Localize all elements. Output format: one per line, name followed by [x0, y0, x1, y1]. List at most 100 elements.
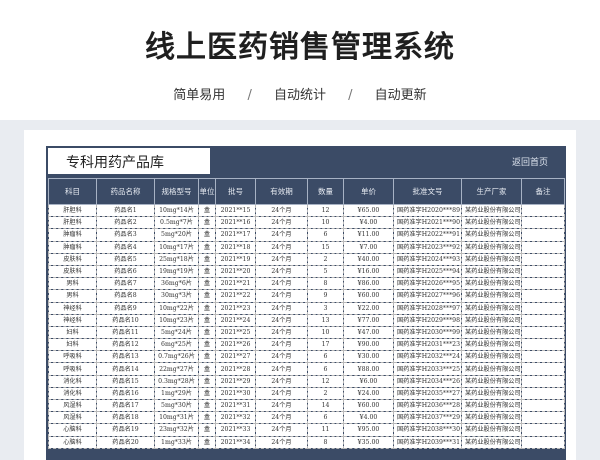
cell-manufacturer: 某药业股份有限公司 — [461, 423, 522, 437]
cell-approval-no: 国药准字H2033***25 — [393, 362, 462, 376]
cell-spec: 0.7mg*26片 — [154, 350, 199, 364]
cell-remark — [521, 350, 565, 364]
cell-batch: 2021**15 — [215, 203, 256, 218]
cell-approval-no: 国药准字H2037***29 — [393, 411, 462, 425]
cell-approval-no: 国药准字H2035***27 — [393, 386, 462, 401]
column-header-subject: 科目 — [48, 178, 97, 205]
cell-price: ¥4.00 — [343, 216, 394, 230]
cell-manufacturer: 某药业股份有限公司 — [461, 411, 522, 425]
cell-remark — [521, 228, 565, 242]
cell-remark — [521, 252, 565, 266]
cell-unit: 盒 — [198, 264, 216, 279]
cell-manufacturer: 某药业股份有限公司 — [461, 338, 522, 352]
cell-spec: 10mg*14片 — [154, 203, 199, 218]
cell-approval-no: 国药准字H2036***28 — [393, 398, 462, 413]
cell-drug-name: 药品名7 — [96, 277, 155, 291]
cell-drug-name: 药品名15 — [96, 374, 155, 388]
cell-price: ¥30.00 — [343, 350, 394, 364]
cell-manufacturer: 某药业股份有限公司 — [461, 277, 522, 291]
hero-banner: 线上医药销售管理系统 简单易用 / 自动统计 / 自动更新 — [0, 0, 600, 120]
cell-quantity: 8 — [307, 277, 344, 291]
cell-quantity: 6 — [307, 411, 344, 425]
table-row: 心脑科 药品名19 23mg*32片盒 2021**33 24个月 11 ¥95.00 国药准… — [48, 423, 565, 437]
cell-quantity: 6 — [307, 362, 344, 376]
column-header-price: 单价 — [343, 178, 394, 205]
cell-remark — [521, 277, 565, 291]
cell-batch: 2021**27 — [215, 350, 256, 364]
cell-subject: 神经科 — [48, 313, 97, 327]
feature-item: 简单易用 — [173, 88, 226, 103]
cell-manufacturer: 某药业股份有限公司 — [461, 252, 522, 266]
column-header-manufacturer: 生产厂家 — [461, 178, 522, 205]
sheet-title: 专科用药产品库 — [66, 155, 164, 171]
cell-quantity: 12 — [307, 374, 344, 388]
cell-subject: 心脑科 — [48, 435, 97, 449]
cell-drug-name: 药品名8 — [96, 289, 155, 303]
cell-remark — [521, 264, 565, 279]
cell-unit: 盒 — [198, 362, 216, 376]
cell-subject: 妇科 — [48, 338, 97, 352]
cell-approval-no: 国药准字H2034***26 — [393, 374, 462, 388]
cell-subject: 呼吸科 — [48, 350, 97, 364]
cell-drug-name: 药品名17 — [96, 398, 155, 413]
cell-validity: 24个月 — [255, 264, 308, 279]
cell-price: ¥35.00 — [343, 435, 394, 449]
cell-quantity: 10 — [307, 325, 344, 340]
cell-approval-no: 国药准字H2029***98 — [393, 313, 462, 327]
cell-unit: 盒 — [198, 313, 216, 327]
sheet-title-box: 专科用药产品库 — [48, 148, 210, 174]
cell-spec: 30mg*3片 — [154, 289, 199, 303]
cell-quantity: 6 — [307, 350, 344, 364]
cell-quantity: 13 — [307, 313, 344, 327]
cell-price: ¥60.00 — [343, 398, 394, 413]
table-row: 风湿科 药品名18 10mg*31片盒 2021**32 24个月 6 ¥4.00 国药准字H… — [48, 411, 565, 425]
cell-validity: 24个月 — [255, 338, 308, 352]
cell-unit: 盒 — [198, 301, 216, 315]
back-home-link[interactable]: 返回首页 — [512, 155, 548, 168]
feature-item: 自动统计 — [273, 88, 326, 103]
cell-validity: 24个月 — [255, 423, 308, 437]
table-row: 消化科 药品名15 0.3mg*28片盒 2021**29 24个月 12 ¥6.00 国药准… — [48, 374, 565, 388]
cell-subject: 消化科 — [48, 374, 97, 388]
column-header-remark: 备注 — [521, 178, 565, 205]
cell-approval-no: 国药准字H2039***31 — [393, 435, 462, 449]
cell-remark — [521, 289, 565, 303]
cell-manufacturer: 某药业股份有限公司 — [461, 228, 522, 242]
cell-unit: 盒 — [198, 398, 216, 413]
feature-separator: / — [348, 88, 353, 103]
cell-price: ¥77.00 — [343, 313, 394, 327]
cell-unit: 盒 — [198, 374, 216, 388]
cell-quantity: 8 — [307, 435, 344, 449]
cell-subject: 妇科 — [48, 325, 97, 340]
cell-remark — [521, 386, 565, 401]
cell-approval-no: 国药准字H2027***96 — [393, 289, 462, 303]
cell-unit: 盒 — [198, 240, 216, 254]
cell-remark — [521, 203, 565, 218]
cell-spec: 5mg*30片 — [154, 398, 199, 413]
product-table-wrap: 科目 药品名称 规格型号 单位 批号 有效期 数量 单价 批准文号 生产厂家 备注 肝胆科 药品名1 1… — [46, 178, 566, 460]
cell-subject: 心脑科 — [48, 423, 97, 437]
cell-approval-no: 国药准字H2032***24 — [393, 350, 462, 364]
cell-remark — [521, 435, 565, 449]
cell-spec: 10mg*22片 — [154, 301, 199, 315]
cell-remark — [521, 216, 565, 230]
cell-drug-name: 药品名1 — [96, 203, 155, 218]
cell-price: ¥90.00 — [343, 338, 394, 352]
cell-approval-no: 国药准字H2023***92 — [393, 240, 462, 254]
cell-validity: 24个月 — [255, 411, 308, 425]
column-header-quantity: 数量 — [307, 178, 344, 205]
feature-list: 简单易用 / 自动统计 / 自动更新 — [0, 84, 600, 103]
table-row: 消化科 药品名16 1mg*29片盒 2021**30 24个月 2 ¥24.00 国药准字H… — [48, 386, 565, 401]
cell-batch: 2021**26 — [215, 338, 256, 352]
cell-subject: 风湿科 — [48, 398, 97, 413]
cell-batch: 2021**20 — [215, 264, 256, 279]
cell-price: ¥47.00 — [343, 325, 394, 340]
cell-validity: 24个月 — [255, 313, 308, 327]
table-row: 妇科 药品名11 5mg*24片盒 2021**25 24个月 10 ¥47.00 国药准字H… — [48, 325, 565, 340]
cell-spec: 6mg*25片 — [154, 338, 199, 352]
cell-approval-no: 国药准字H2025***94 — [393, 264, 462, 279]
cell-quantity: 2 — [307, 386, 344, 401]
cell-validity: 24个月 — [255, 325, 308, 340]
cell-batch: 2021**25 — [215, 325, 256, 340]
cell-quantity: 2 — [307, 252, 344, 266]
